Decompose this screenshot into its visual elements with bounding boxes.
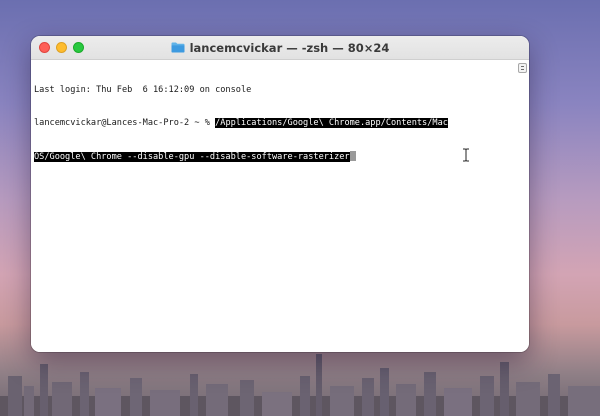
scrollbar-toggle-button[interactable] [518, 63, 527, 73]
terminal-content[interactable]: Last login: Thu Feb 6 16:12:09 on consol… [31, 60, 529, 352]
title-bar[interactable]: lancemcvickar — -zsh — 80×24 [31, 36, 529, 60]
terminal-output[interactable]: Last login: Thu Feb 6 16:12:09 on consol… [34, 63, 516, 184]
selected-command-text-1[interactable]: /Applications/Google\ Chrome.app/Content… [215, 118, 448, 128]
shell-prompt: lancemcvickar@Lances-Mac-Pro-2 ~ % [34, 118, 216, 128]
command-line-2: OS/Google\ Chrome --disable-gpu --disabl… [34, 151, 516, 162]
ibeam-cursor-icon [463, 148, 469, 162]
terminal-window: lancemcvickar — -zsh — 80×24 Last login:… [31, 36, 529, 352]
window-title: lancemcvickar — -zsh — 80×24 [189, 40, 390, 55]
window-title-group: lancemcvickar — -zsh — 80×24 [31, 36, 529, 59]
folder-icon [171, 42, 185, 53]
command-line-1: lancemcvickar@Lances-Mac-Pro-2 ~ % /Appl… [34, 118, 516, 129]
last-login-line: Last login: Thu Feb 6 16:12:09 on consol… [34, 85, 252, 95]
text-cursor [349, 151, 356, 161]
selected-command-text-2[interactable]: OS/Google\ Chrome --disable-gpu --disabl… [34, 152, 350, 162]
